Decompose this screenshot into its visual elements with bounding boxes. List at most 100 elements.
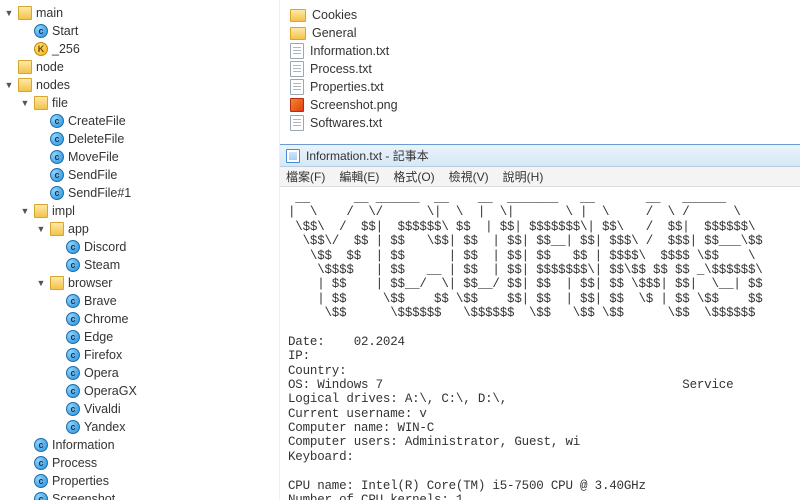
- tree-node-node[interactable]: ▶ node: [4, 58, 277, 76]
- tree-label: Properties: [52, 474, 109, 488]
- file-item[interactable]: Softwares.txt: [290, 114, 790, 132]
- tree-node-process[interactable]: ▼cProcess: [20, 454, 277, 472]
- menu-edit[interactable]: 編輯(E): [339, 168, 379, 185]
- tree-label: nodes: [36, 78, 70, 92]
- tree-label: Discord: [84, 240, 126, 254]
- file-item[interactable]: Process.txt: [290, 60, 790, 78]
- chevron-down-icon[interactable]: ▼: [20, 206, 30, 216]
- notepad-titlebar[interactable]: Information.txt - 記事本: [280, 145, 800, 167]
- menu-help[interactable]: 說明(H): [503, 168, 544, 185]
- chevron-down-icon[interactable]: ▼: [36, 224, 46, 234]
- file-name: Information.txt: [310, 44, 389, 58]
- tree-node-yandex[interactable]: ▼cYandex: [52, 418, 277, 436]
- tree-label: file: [52, 96, 68, 110]
- class-icon: c: [34, 438, 48, 452]
- tree-label: CreateFile: [68, 114, 126, 128]
- folder-icon: [290, 9, 306, 22]
- class-icon: c: [34, 492, 48, 500]
- tree-node-nodes[interactable]: ▼ nodes: [4, 76, 277, 94]
- tree-node-app[interactable]: ▼ app: [36, 220, 277, 238]
- tree-node-opera[interactable]: ▼cOpera: [52, 364, 277, 382]
- tree-node-browser[interactable]: ▼ browser: [36, 274, 277, 292]
- tree-node-brave[interactable]: ▼cBrave: [52, 292, 277, 310]
- class-icon: c: [66, 420, 80, 434]
- file-name: Process.txt: [310, 62, 372, 76]
- file-item[interactable]: Information.txt: [290, 42, 790, 60]
- folder-icon: [50, 276, 64, 290]
- tree-node-sendfile41[interactable]: ▼cSendFile#1: [36, 184, 277, 202]
- tree-node-createfile[interactable]: ▼cCreateFile: [36, 112, 277, 130]
- chevron-down-icon[interactable]: ▼: [20, 98, 30, 108]
- class-icon: c: [50, 150, 64, 164]
- folder-icon: [18, 78, 32, 92]
- tree-label: SendFile#1: [68, 186, 131, 200]
- class-icon: c: [50, 132, 64, 146]
- class-icon: c: [50, 114, 64, 128]
- file-name: General: [312, 26, 356, 40]
- class-icon: c: [66, 294, 80, 308]
- tree-node-screenshot[interactable]: ▼cScreenshot: [20, 490, 277, 500]
- tree-node-impl[interactable]: ▼ impl: [20, 202, 277, 220]
- chevron-down-icon[interactable]: ▼: [4, 80, 14, 90]
- tree-label: Brave: [84, 294, 117, 308]
- tree-node-information[interactable]: ▼cInformation: [20, 436, 277, 454]
- menu-format[interactable]: 格式(O): [393, 168, 434, 185]
- tree-node-edge[interactable]: ▼cEdge: [52, 328, 277, 346]
- file-name: Properties.txt: [310, 80, 384, 94]
- tree-label: SendFile: [68, 168, 117, 182]
- file-item[interactable]: Screenshot.png: [290, 96, 790, 114]
- folder-icon: [18, 60, 32, 74]
- tree-label: MoveFile: [68, 150, 119, 164]
- tree-node-file[interactable]: ▼ file: [20, 94, 277, 112]
- folder-icon: [50, 222, 64, 236]
- class-icon: c: [34, 24, 48, 38]
- tree-label: Firefox: [84, 348, 122, 362]
- tree-node-firefox[interactable]: ▼cFirefox: [52, 346, 277, 364]
- tree-node-sendfile[interactable]: ▼cSendFile: [36, 166, 277, 184]
- tree-label: OperaGX: [84, 384, 137, 398]
- tree-label: Vivaldi: [84, 402, 121, 416]
- tree-label: node: [36, 60, 64, 74]
- class-icon: c: [66, 258, 80, 272]
- chevron-down-icon[interactable]: ▼: [36, 278, 46, 288]
- tree-node-deletefile[interactable]: ▼cDeleteFile: [36, 130, 277, 148]
- menu-file[interactable]: 檔案(F): [286, 168, 325, 185]
- notepad-icon: [286, 149, 300, 163]
- text-file-icon: [290, 61, 304, 77]
- tree-node-main[interactable]: ▼ main: [4, 4, 277, 22]
- tree-node-discord[interactable]: ▼cDiscord: [52, 238, 277, 256]
- tree-label: browser: [68, 276, 112, 290]
- tree-node-movefile[interactable]: ▼cMoveFile: [36, 148, 277, 166]
- chevron-down-icon[interactable]: ▼: [4, 8, 14, 18]
- tree-label: Start: [52, 24, 78, 38]
- constant-icon: K: [34, 42, 48, 56]
- notepad-body[interactable]: __ __ ______ __ __ _______ __ __ ______ …: [280, 187, 800, 500]
- class-icon: c: [34, 474, 48, 488]
- folder-icon: [34, 96, 48, 110]
- file-name: Cookies: [312, 8, 357, 22]
- class-icon: c: [66, 384, 80, 398]
- file-name: Softwares.txt: [310, 116, 382, 130]
- folder-icon: [290, 27, 306, 40]
- tree-label: DeleteFile: [68, 132, 124, 146]
- tree-label: Edge: [84, 330, 113, 344]
- tree-node-operagx[interactable]: ▼cOperaGX: [52, 382, 277, 400]
- file-item[interactable]: Cookies: [290, 6, 790, 24]
- file-item[interactable]: Properties.txt: [290, 78, 790, 96]
- tree-label: Chrome: [84, 312, 128, 326]
- tree-node-steam[interactable]: ▼cSteam: [52, 256, 277, 274]
- notepad-content: __ __ ______ __ __ _______ __ __ ______ …: [288, 191, 792, 500]
- file-item[interactable]: General: [290, 24, 790, 42]
- tree-node-properties[interactable]: ▼cProperties: [20, 472, 277, 490]
- tree-node-vivaldi[interactable]: ▼cVivaldi: [52, 400, 277, 418]
- class-icon: c: [50, 168, 64, 182]
- tree-node-start[interactable]: ▼ c Start: [20, 22, 277, 40]
- class-icon: c: [66, 366, 80, 380]
- file-list: Cookies General Information.txt Process.…: [280, 0, 800, 142]
- tree-label: Screenshot: [52, 492, 115, 500]
- tree-node-chrome[interactable]: ▼cChrome: [52, 310, 277, 328]
- class-icon: c: [50, 186, 64, 200]
- menu-view[interactable]: 檢視(V): [449, 168, 489, 185]
- tree-label: Opera: [84, 366, 119, 380]
- tree-node-256[interactable]: ▼ K _256: [20, 40, 277, 58]
